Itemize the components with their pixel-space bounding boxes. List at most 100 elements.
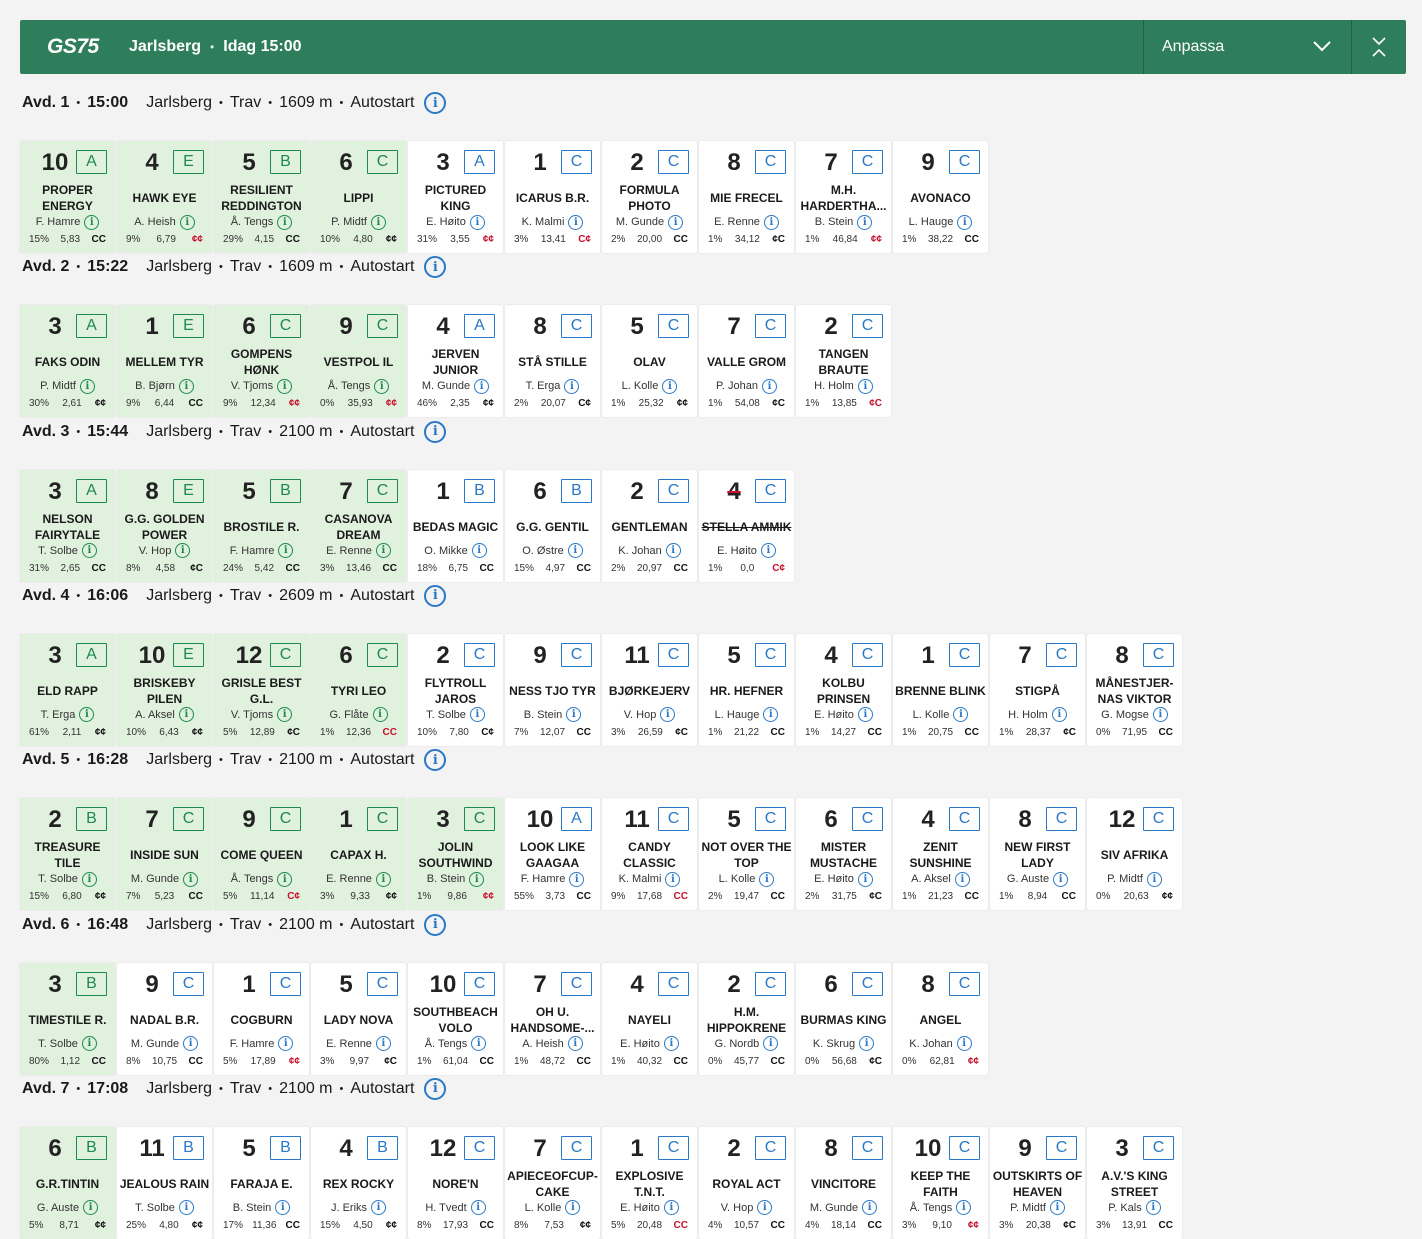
driver-info-icon[interactable]: i (662, 378, 678, 394)
horse-card[interactable]: 1 C CAPAX H. E. Renne i 3% 9,33 ¢¢ (311, 798, 406, 911)
driver-info-icon[interactable]: i (757, 1200, 773, 1216)
horse-card[interactable]: 5 B RESILIENT REDDINGTON Å. Tengs i 29% 4,15 CC (214, 141, 309, 253)
driver-info-icon[interactable]: i (665, 543, 681, 559)
horse-card[interactable]: 10 C KEEP THE FAITH Å. Tengs i 3% 9,10 ¢¢ (893, 1126, 988, 1239)
driver-info-icon[interactable]: i (275, 1200, 291, 1216)
horse-card[interactable]: 3 B TIMESTILE R. T. Solbe i 80% 1,12 CC (20, 962, 115, 1075)
horse-card[interactable]: 3 A NELSON FAIRYTALE T. Solbe i 31% 2,65 CC (20, 469, 115, 582)
driver-info-icon[interactable]: i (759, 871, 775, 887)
race-info-icon[interactable]: i (424, 92, 447, 114)
driver-info-icon[interactable]: i (564, 378, 580, 394)
driver-info-icon[interactable]: i (956, 1200, 972, 1216)
driver-info-icon[interactable]: i (79, 378, 95, 394)
driver-info-icon[interactable]: i (277, 707, 293, 723)
horse-card[interactable]: 6 C BURMAS KING K. Skrug i 0% 56,68 ¢C (796, 962, 891, 1075)
horse-card[interactable]: 7 C STIGPÅ H. Holm i 1% 28,37 ¢C (990, 633, 1085, 746)
horse-card[interactable]: 6 B G.G. GENTIL O. Østre i 15% 4,97 CC (505, 469, 600, 582)
horse-card[interactable]: 5 B FARAJA E. B. Stein i 17% 11,36 CC (214, 1126, 309, 1239)
driver-info-icon[interactable]: i (81, 1036, 97, 1051)
horse-card[interactable]: 12 C NORE'N H. Tvedt i 8% 17,93 CC (408, 1126, 503, 1239)
driver-info-icon[interactable]: i (660, 707, 676, 723)
driver-info-icon[interactable]: i (471, 1036, 487, 1051)
driver-info-icon[interactable]: i (1051, 707, 1067, 723)
horse-card[interactable]: 1 B BEDAS MAGIC O. Mikke i 18% 6,75 CC (408, 469, 503, 582)
collapse-button[interactable] (1351, 20, 1406, 74)
horse-card[interactable]: 6 C LIPPI P. Midtf i 10% 4,80 ¢¢ (311, 141, 406, 253)
driver-info-icon[interactable]: i (81, 871, 97, 887)
driver-info-icon[interactable]: i (762, 378, 777, 394)
horse-card[interactable]: 8 C STÅ STILLE T. Erga i 2% 20,07 C¢ (505, 305, 600, 418)
driver-info-icon[interactable]: i (277, 378, 293, 394)
driver-info-icon[interactable]: i (567, 543, 583, 559)
horse-card[interactable]: 7 C CASANOVA DREAM E. Renne i 3% 13,46 CC (311, 469, 406, 582)
driver-info-icon[interactable]: i (372, 707, 388, 723)
race-info-icon[interactable]: i (424, 913, 447, 936)
horse-card[interactable]: 4 C STELLA AMMIK E. Høito i 1% 0,0 C¢ (699, 469, 794, 582)
horse-card[interactable]: 1 E MELLEM TYR B. Bjørn i 9% 6,44 CC (117, 305, 212, 418)
horse-card[interactable]: 8 E G.G. GOLDEN POWER V. Hop i 8% 4,58 ¢C (117, 469, 212, 582)
horse-card[interactable]: 12 C GRISLE BEST G.L. V. Tjoms i 5% 12,89 ¢C (214, 633, 309, 746)
horse-card[interactable]: 1 C COGBURN F. Hamre i 5% 17,89 ¢¢ (214, 962, 309, 1075)
horse-card[interactable]: 11 C CANDY CLASSIC K. Malmi i 9% 17,68 CC (602, 798, 697, 911)
race-info-icon[interactable]: i (424, 749, 447, 772)
driver-info-icon[interactable]: i (178, 378, 194, 394)
driver-info-icon[interactable]: i (374, 378, 390, 394)
horse-card[interactable]: 3 C A.V.'S KING STREET P. Kals i 3% 13,91 CC (1087, 1126, 1182, 1239)
driver-info-icon[interactable]: i (857, 214, 873, 230)
driver-info-icon[interactable]: i (277, 214, 293, 230)
driver-info-icon[interactable]: i (953, 707, 969, 723)
horse-card[interactable]: 11 C BJØRKEJERV V. Hop i 3% 26,59 ¢C (602, 633, 697, 746)
horse-card[interactable]: 4 A JERVEN JUNIOR M. Gunde i 46% 2,35 ¢¢ (408, 305, 503, 418)
driver-info-icon[interactable]: i (370, 214, 386, 230)
horse-card[interactable]: 6 C GOMPENS HØNK V. Tjoms i 9% 12,34 ¢¢ (214, 305, 309, 418)
horse-card[interactable]: 4 E HAWK EYE A. Heish i 9% 6,79 ¢¢ (117, 141, 212, 253)
horse-card[interactable]: 7 C APIECEOFCUP-CAKE L. Kolle i 8% 7,53 ¢¢ (505, 1126, 600, 1239)
horse-card[interactable]: 10 E BRISKEBY PILEN A. Aksel i 10% 6,43 ¢¢ (117, 633, 212, 746)
horse-card[interactable]: 2 C ROYAL ACT V. Hop i 4% 10,57 CC (699, 1126, 794, 1239)
driver-info-icon[interactable]: i (474, 378, 490, 394)
horse-card[interactable]: 6 C MISTER MUSTACHE E. Høito i 2% 31,75 ¢C (796, 798, 891, 911)
driver-info-icon[interactable]: i (79, 707, 95, 723)
horse-card[interactable]: 7 C OH U. HANDSOME-... A. Heish i 1% 48,72 CC (505, 962, 600, 1075)
driver-info-icon[interactable]: i (957, 214, 973, 230)
driver-info-icon[interactable]: i (663, 1200, 679, 1216)
driver-info-icon[interactable]: i (278, 543, 294, 559)
driver-info-icon[interactable]: i (857, 707, 873, 723)
horse-card[interactable]: 2 C H.M. HIPPOKRENE G. Nordb i 0% 45,77 CC (699, 962, 794, 1075)
horse-card[interactable]: 2 B TREASURE TILE T. Solbe i 15% 6,80 ¢¢ (20, 798, 115, 911)
horse-card[interactable]: 4 C NAYELI E. Høito i 1% 40,32 CC (602, 962, 697, 1075)
horse-card[interactable]: 6 C TYRI LEO G. Flåte i 1% 12,36 CC (311, 633, 406, 746)
driver-info-icon[interactable]: i (862, 1200, 878, 1216)
horse-card[interactable]: 6 B G.R.TINTIN G. Auste i 5% 8,71 ¢¢ (20, 1126, 115, 1239)
horse-card[interactable]: 9 C NADAL B.R. M. Gunde i 8% 10,75 CC (117, 962, 212, 1075)
driver-info-icon[interactable]: i (763, 1036, 779, 1051)
driver-info-icon[interactable]: i (668, 214, 684, 230)
driver-info-icon[interactable]: i (470, 1200, 486, 1216)
driver-info-icon[interactable]: i (763, 214, 779, 230)
driver-info-icon[interactable]: i (663, 1036, 679, 1051)
horse-card[interactable]: 9 C NESS TJO TYR B. Stein i 7% 12,07 CC (505, 633, 600, 746)
race-info-icon[interactable]: i (424, 1077, 447, 1100)
driver-info-icon[interactable]: i (956, 1036, 972, 1051)
driver-info-icon[interactable]: i (566, 707, 582, 723)
driver-info-icon[interactable]: i (760, 543, 776, 559)
horse-card[interactable]: 3 A FAKS ODIN P. Midtf i 30% 2,61 ¢¢ (20, 305, 115, 418)
horse-card[interactable]: 7 C INSIDE SUN M. Gunde i 7% 5,23 CC (117, 798, 212, 911)
driver-info-icon[interactable]: i (179, 214, 195, 230)
horse-card[interactable]: 5 B BROSTILE R. F. Hamre i 24% 5,42 CC (214, 469, 309, 582)
horse-card[interactable]: 2 C GENTLEMAN K. Johan i 2% 20,97 CC (602, 469, 697, 582)
driver-info-icon[interactable]: i (81, 543, 97, 559)
horse-card[interactable]: 8 C VINCITORE M. Gunde i 4% 18,14 CC (796, 1126, 891, 1239)
horse-card[interactable]: 8 C ANGEL K. Johan i 0% 62,81 ¢¢ (893, 962, 988, 1075)
driver-info-icon[interactable]: i (375, 871, 391, 887)
race-info-icon[interactable]: i (424, 584, 447, 607)
horse-card[interactable]: 2 C FORMULA PHOTO M. Gunde i 2% 20,00 CC (602, 141, 697, 253)
driver-info-icon[interactable]: i (469, 214, 485, 230)
driver-info-icon[interactable]: i (763, 707, 779, 723)
horse-card[interactable]: 8 C MÅNESTJER-NAS VIKTOR G. Mogse i 0% 71,95 CC (1087, 633, 1182, 746)
driver-info-icon[interactable]: i (471, 543, 487, 559)
driver-info-icon[interactable]: i (569, 871, 585, 887)
horse-card[interactable]: 10 A LOOK LIKE GAAGAA F. Hamre i 55% 3,73 CC (505, 798, 600, 911)
horse-card[interactable]: 5 C NOT OVER THE TOP L. Kolle i 2% 19,47 CC (699, 798, 794, 911)
driver-info-icon[interactable]: i (183, 871, 199, 887)
